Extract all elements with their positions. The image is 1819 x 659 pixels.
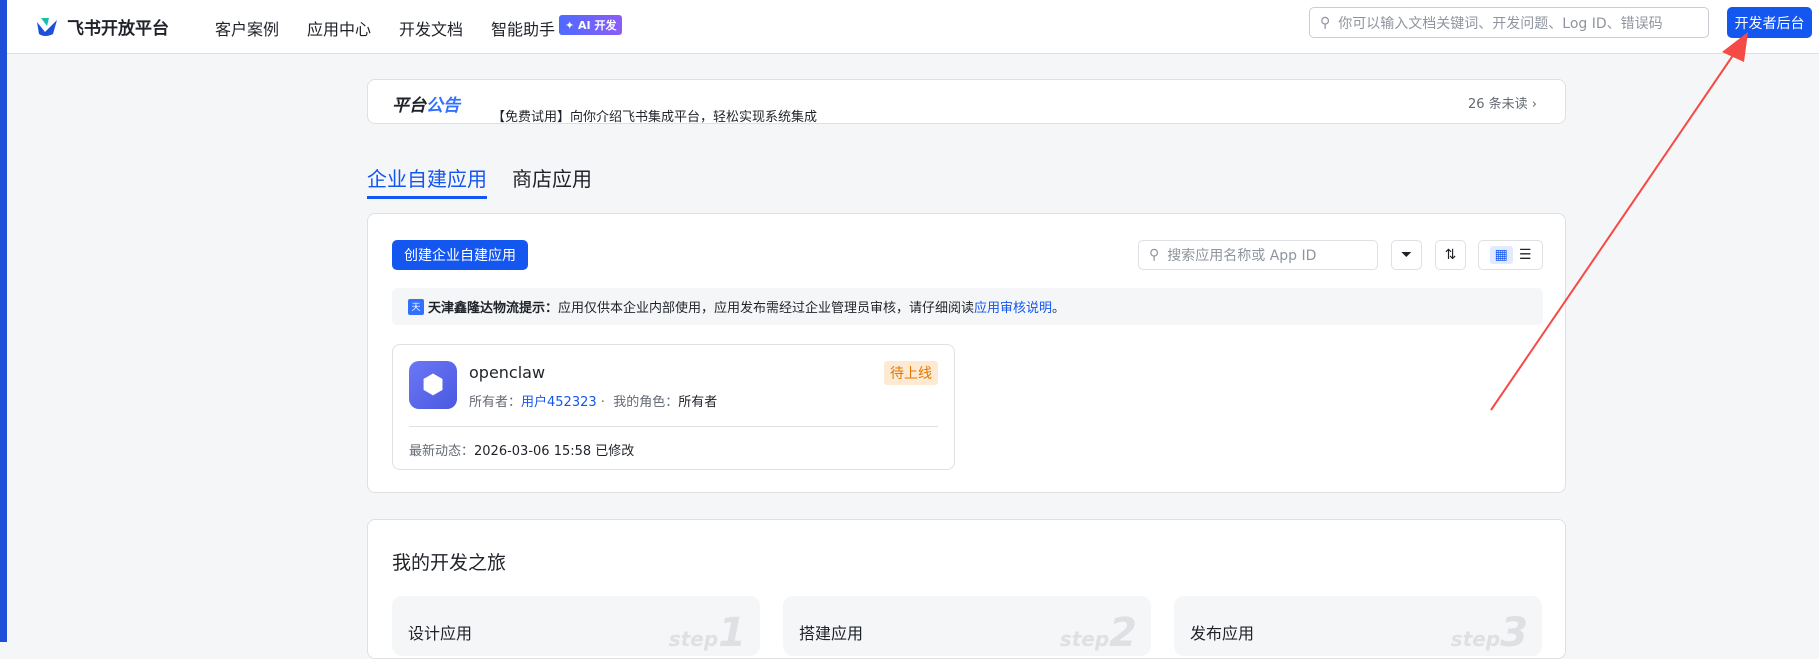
announcement-text[interactable]: 【免费试用】向你介绍飞书集成平台，轻松实现系统集成 <box>492 106 817 125</box>
org-icon: 天 <box>408 298 424 315</box>
step-card-publish[interactable]: 发布应用 step3 <box>1174 596 1542 656</box>
announcement-bar[interactable]: 平台公告 【免费试用】向你介绍飞书集成平台，轻松实现系统集成 26 条未读 › <box>367 79 1566 125</box>
unread-link[interactable]: 26 条未读 › <box>1468 93 1537 112</box>
nav-customer-cases[interactable]: 客户案例 <box>215 16 279 40</box>
app-owner-line: 所有者：用户452323 · 我的角色：所有者 <box>469 395 718 410</box>
step-card-build[interactable]: 搭建应用 step2 <box>783 596 1151 656</box>
nav-app-center[interactable]: 应用中心 <box>307 16 371 40</box>
sort-button[interactable]: ⇅ <box>1435 240 1466 270</box>
step-number: step3 <box>1450 610 1528 656</box>
nav-assistant[interactable]: 智能助手 <box>491 16 555 40</box>
active-tab-indicator <box>367 196 487 199</box>
app-activity: 最新动态：2026-03-06 15:58 已修改 <box>409 444 635 459</box>
logo[interactable]: 飞书开放平台 <box>35 14 169 39</box>
logo-text: 飞书开放平台 <box>67 19 169 39</box>
apps-panel: 创建企业自建应用 ⚲ 搜索应用名称或 App ID ⏷ ⇅ ▦ ☰ 天 天津鑫隆达… <box>367 213 1566 493</box>
app-search-input[interactable]: ⚲ 搜索应用名称或 App ID <box>1138 240 1378 270</box>
app-name: openclaw <box>469 363 546 382</box>
search-icon: ⚲ <box>1149 247 1160 263</box>
step-card-design[interactable]: 设计应用 step1 <box>392 596 760 656</box>
tab-store-apps[interactable]: 商店应用 <box>512 163 592 192</box>
filter-button[interactable]: ⏷ <box>1391 240 1422 270</box>
announcement-title: 平台公告 <box>392 96 460 116</box>
search-icon: ⚲ <box>1320 14 1331 31</box>
ai-badge: ✦ AI 开发 <box>559 15 623 35</box>
top-header: 飞书开放平台 客户案例 应用中心 开发文档 智能助手 ✦ AI 开发 ⚲ 你可以… <box>7 0 1819 54</box>
grid-view-icon[interactable]: ▦ <box>1489 246 1513 264</box>
left-edge-strip <box>0 0 7 642</box>
tab-custom-apps[interactable]: 企业自建应用 <box>367 163 487 192</box>
dev-console-button[interactable]: 开发者后台 <box>1727 7 1812 38</box>
journey-title: 我的开发之旅 <box>392 552 507 574</box>
owner-link[interactable]: 用户452323 <box>521 395 597 410</box>
notice-bar: 天 天津鑫隆达物流提示： 应用仅供本企业内部使用，应用发布需经过企业管理员审核，请… <box>392 288 1543 325</box>
filter-icon: ⏷ <box>1400 247 1413 263</box>
global-search-input[interactable]: ⚲ 你可以输入文档关键词、开发问题、Log ID、错误码 <box>1309 7 1709 38</box>
create-app-button[interactable]: 创建企业自建应用 <box>392 240 528 270</box>
status-badge: 待上线 <box>884 361 938 385</box>
dev-journey-panel: 我的开发之旅 设计应用 step1 搭建应用 step2 发布应用 step3 <box>367 519 1566 659</box>
review-guide-link[interactable]: 应用审核说明 <box>974 297 1052 316</box>
feishu-logo-icon <box>37 17 57 36</box>
list-view-icon[interactable]: ☰ <box>1519 247 1532 263</box>
step-number: step1 <box>668 610 746 656</box>
step-number: step2 <box>1059 610 1137 656</box>
nav-dev-docs[interactable]: 开发文档 <box>399 16 463 40</box>
app-cube-icon: ⬢ <box>409 361 457 409</box>
view-toggle: ▦ ☰ <box>1478 240 1543 270</box>
divider <box>409 426 938 427</box>
app-card[interactable]: ⬢ openclaw 待上线 所有者：用户452323 · 我的角色：所有者 最… <box>392 344 955 470</box>
sort-icon: ⇅ <box>1444 247 1457 263</box>
